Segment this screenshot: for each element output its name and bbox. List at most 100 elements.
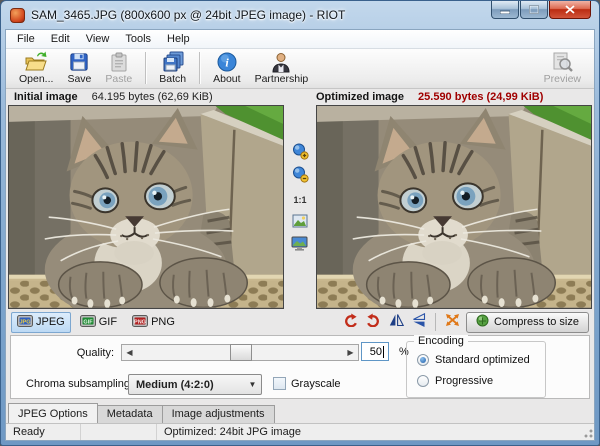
save-button[interactable]: Save [60,50,98,86]
paste-clipboard-icon [110,51,128,73]
compress-to-size-button[interactable]: Compress to size [466,312,589,333]
flip-vertical-icon [412,313,427,332]
image-compare-area: 1:1 [6,105,594,311]
grayscale-label: Grayscale [291,378,341,390]
initial-image-label: Initial image [14,91,78,103]
svg-text:PNG: PNG [134,319,146,325]
slider-thumb[interactable] [230,344,252,361]
slider-left-arrow[interactable]: ◀ [122,345,137,360]
zoom-out-icon [292,166,309,188]
jpeg-options-panel: Quality: ◀ ▶ 50 % Encoding Standard [10,335,590,399]
toolbar-separator [199,52,200,84]
about-button[interactable]: i About [206,50,247,86]
zoom-actual-size-button[interactable]: 1:1 [290,191,310,209]
status-empty-cell [80,424,156,440]
jpeg-format-icon: JPG [17,315,33,330]
tab-gif[interactable]: GIF GIF [74,312,123,333]
quality-input[interactable]: 50 [361,342,389,361]
text-caret [383,346,384,358]
partnership-label: Partnership [255,73,309,85]
slider-right-arrow[interactable]: ▶ [343,345,358,360]
open-button[interactable]: Open... [12,50,60,86]
gif-format-icon: GIF [80,315,96,330]
chroma-subsampling-label: Chroma subsampling: [26,378,133,390]
preview-button[interactable]: Preview [537,50,588,86]
batch-floppies-icon [161,51,185,73]
tab-jpeg-options[interactable]: JPEG Options [8,403,98,423]
paste-button[interactable]: Paste [98,50,139,86]
maximize-icon [529,5,539,14]
initial-image-preview[interactable] [8,105,284,309]
menu-tools[interactable]: Tools [117,31,159,47]
batch-button[interactable]: Batch [152,50,193,86]
riot-app-icon [10,8,25,23]
radio-icon [417,354,429,366]
grayscale-checkbox-row[interactable]: Grayscale [273,377,341,390]
menu-file[interactable]: File [9,31,43,47]
menu-edit[interactable]: Edit [43,31,78,47]
zoom-ratio-label: 1:1 [293,195,306,205]
status-ready: Ready [6,424,80,440]
quality-value: 50 [370,346,382,358]
titlebar[interactable]: SAM_3465.JPG (800x600 px @ 24bit JPEG im… [1,1,599,29]
optimized-image-size: 25.590 bytes (24,99 KiB) [418,91,543,103]
flip-horizontal-button[interactable] [387,313,405,331]
menu-help[interactable]: Help [159,31,198,47]
resize-button[interactable] [443,313,461,331]
grayscale-checkbox[interactable] [273,377,286,390]
quality-label: Quality: [11,347,114,359]
svg-text:GIF: GIF [83,319,93,325]
tab-metadata[interactable]: Metadata [97,405,163,423]
encoding-groupbox: Encoding Standard optimized Progressive [406,341,546,398]
tab-png[interactable]: PNG PNG [126,312,181,333]
fit-screen-button[interactable] [290,237,310,255]
radio-standard-optimized-label: Standard optimized [435,354,530,366]
radio-standard-optimized[interactable]: Standard optimized [417,354,530,366]
flip-horizontal-icon [389,313,404,332]
minimize-icon [500,5,510,14]
edit-tools-separator [435,313,436,331]
tab-image-adjustments[interactable]: Image adjustments [162,405,275,423]
flip-vertical-button[interactable] [410,313,428,331]
riot-window: SAM_3465.JPG (800x600 px @ 24bit JPEG im… [0,0,600,446]
view-toolbar: 1:1 [284,105,316,311]
rotate-left-button[interactable] [341,313,359,331]
menu-view[interactable]: View [78,31,118,47]
rotate-right-button[interactable] [364,313,382,331]
zoom-out-button[interactable] [290,168,310,186]
minimize-button[interactable] [491,1,519,19]
zoom-in-button[interactable] [290,145,310,163]
window-title: SAM_3465.JPG (800x600 px @ 24bit JPEG im… [31,8,345,22]
compress-icon [476,314,489,330]
png-format-icon: PNG [132,315,148,330]
toolbar-separator [145,52,146,84]
partnership-person-icon [271,51,291,73]
initial-image-size: 64.195 bytes (62,69 KiB) [92,91,213,103]
optimized-image-label: Optimized image [316,91,404,103]
batch-label: Batch [159,73,186,85]
close-button[interactable] [549,1,591,19]
encoding-title: Encoding [414,335,468,347]
chroma-subsampling-select[interactable]: Medium (4:2:0) ▼ [128,374,262,395]
slider-track[interactable] [137,345,343,360]
preview-magnifier-icon [551,51,573,73]
image-size-labels: Initial image 64.195 bytes (62,69 KiB) O… [6,89,594,106]
resize-grip[interactable] [580,424,594,440]
save-label: Save [67,73,91,85]
quality-slider[interactable]: ◀ ▶ [121,344,359,361]
tab-jpeg-label: JPEG [36,316,65,328]
tab-jpeg[interactable]: JPG JPEG [11,312,71,333]
chroma-subsampling-value: Medium (4:2:0) [136,379,214,391]
save-floppy-icon [69,51,89,73]
initial-image-info: Initial image 64.195 bytes (62,69 KiB) [6,91,300,103]
status-optimized-info: Optimized: 24bit JPG image [156,424,580,440]
about-label: About [213,73,240,85]
window-controls [490,1,591,19]
format-toolbar: JPG JPEG GIF GIF [6,311,594,334]
radio-progressive[interactable]: Progressive [417,375,493,387]
optimized-image-preview[interactable] [316,105,592,309]
fit-image-button[interactable] [290,214,310,232]
maximize-button[interactable] [520,1,548,19]
client-area: File Edit View Tools Help Open... [5,29,595,441]
partnership-button[interactable]: Partnership [248,50,316,86]
